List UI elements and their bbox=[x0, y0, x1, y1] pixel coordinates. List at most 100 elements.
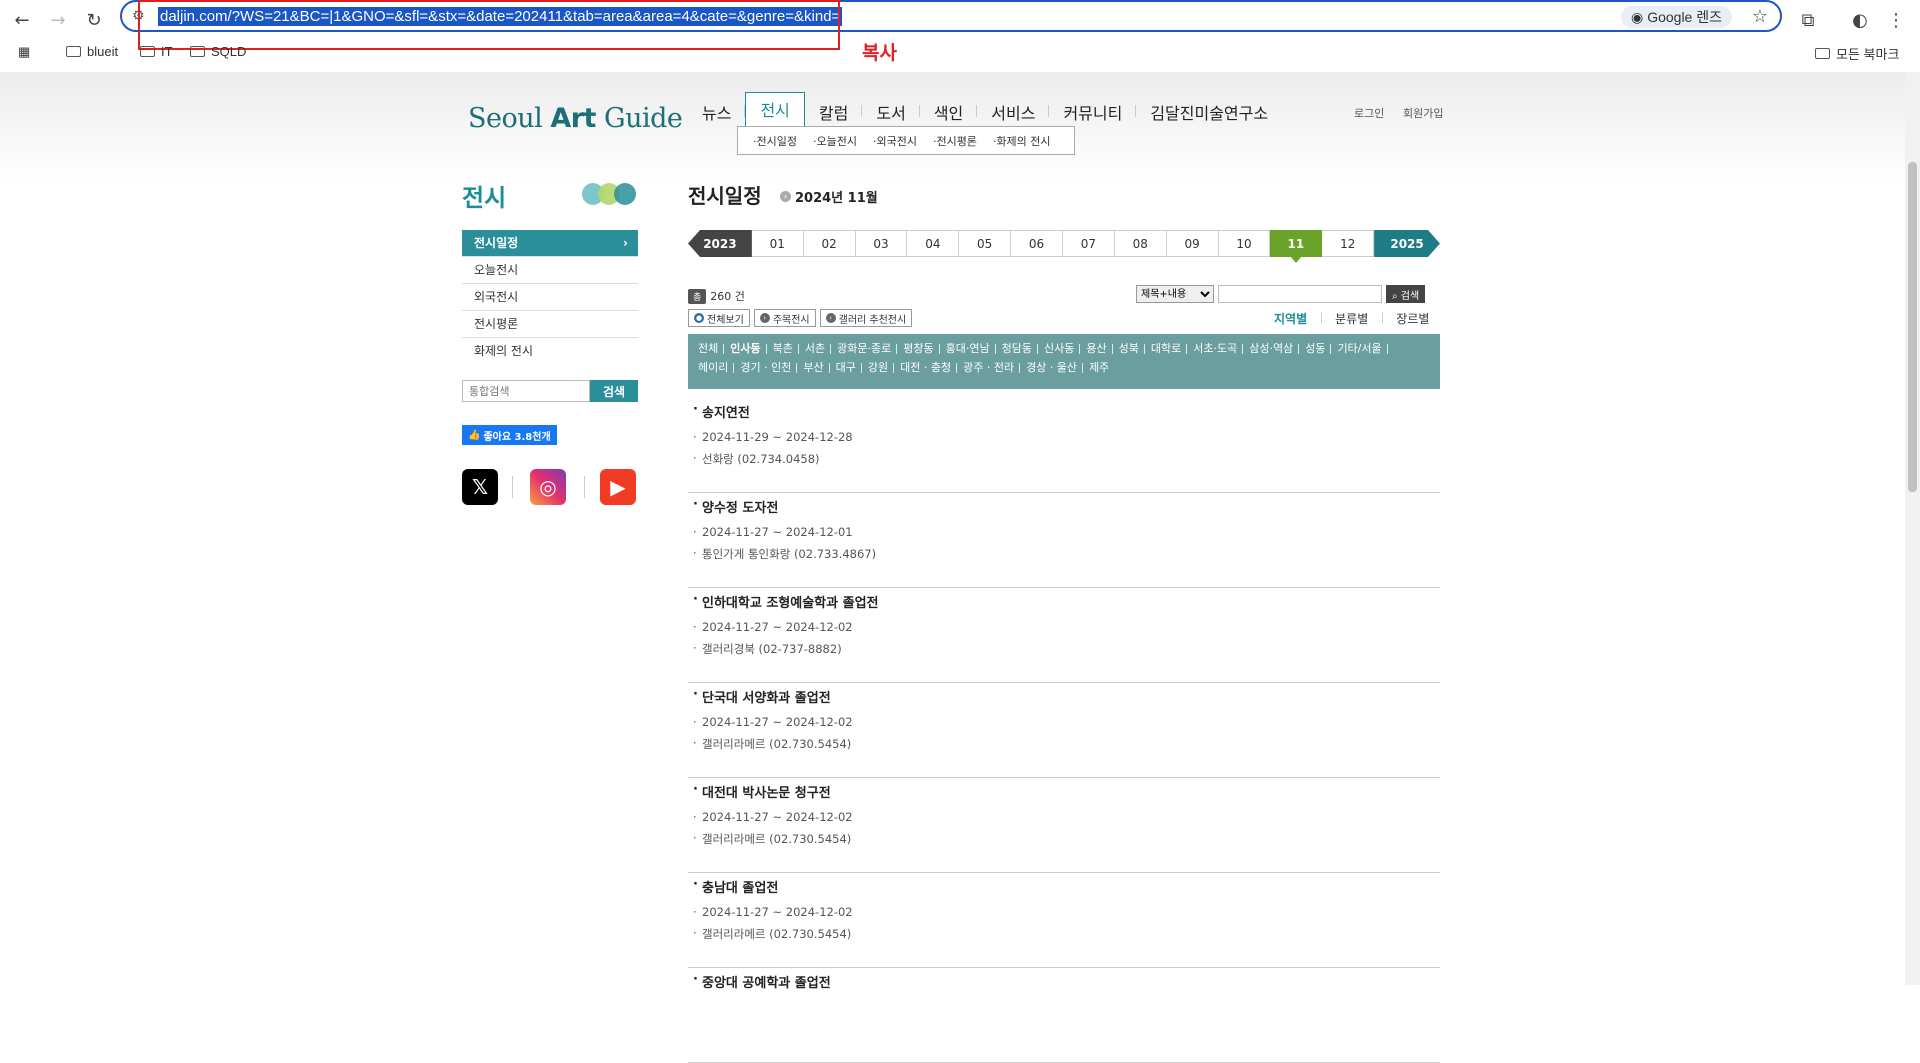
exhibition-title[interactable]: 인하대학교 조형예술학과 졸업전 bbox=[693, 592, 1440, 611]
month-11[interactable]: 11 bbox=[1270, 230, 1323, 263]
sidebar-item-schedule[interactable]: 전시일정 bbox=[462, 230, 638, 257]
back-arrow-icon[interactable]: ← bbox=[6, 4, 38, 36]
signup-link[interactable]: 회원가입 bbox=[1403, 105, 1443, 121]
region-item[interactable]: 전체 bbox=[698, 342, 725, 356]
instagram-icon[interactable]: ◎ bbox=[530, 469, 566, 505]
gnb-institute[interactable]: 김달진미술연구소 bbox=[1136, 100, 1282, 124]
bookmarks-bar: ▦ blueit IT SQLD 모든 북마크 bbox=[0, 40, 1920, 66]
gnb-news[interactable]: 뉴스 bbox=[688, 100, 746, 124]
month-03[interactable]: 03 bbox=[855, 230, 908, 257]
facebook-like-button[interactable]: 👍 좋아요 3.8천개 bbox=[462, 425, 557, 445]
profile-icon[interactable]: ◐ bbox=[1844, 4, 1876, 36]
month-08[interactable]: 08 bbox=[1114, 230, 1167, 257]
exhibition-title[interactable]: 송지연전 bbox=[693, 402, 1440, 421]
scrollbar[interactable] bbox=[1905, 72, 1920, 985]
region-item[interactable]: 강원 bbox=[868, 361, 895, 375]
bookmark-star-icon[interactable]: ☆ bbox=[1752, 6, 1768, 27]
exhibition-title[interactable]: 중앙대 공예학과 졸업전 bbox=[693, 972, 1440, 991]
sub-menu-schedule[interactable]: ·전시일정 bbox=[746, 133, 804, 149]
region-item[interactable]: 성동 bbox=[1305, 342, 1332, 356]
sidebar-search-button[interactable]: 검색 bbox=[590, 380, 638, 402]
bookmark-blueit[interactable]: blueit bbox=[66, 44, 118, 59]
month-06[interactable]: 06 bbox=[1011, 230, 1063, 257]
sidebar-item-review[interactable]: 전시평론 bbox=[462, 311, 638, 338]
exhibition-title[interactable]: 대전대 박사논문 청구전 bbox=[693, 782, 1440, 801]
month-05[interactable]: 05 bbox=[959, 230, 1012, 257]
month-09[interactable]: 09 bbox=[1166, 230, 1219, 257]
region-item[interactable]: 부산 bbox=[803, 361, 830, 375]
region-item[interactable]: 성북 bbox=[1119, 342, 1146, 356]
region-item[interactable]: 대전 · 충청 bbox=[900, 361, 958, 375]
all-bookmarks[interactable]: 모든 북마크 bbox=[1815, 44, 1899, 63]
region-item[interactable]: 신사동 bbox=[1044, 342, 1081, 356]
sub-menu-hot[interactable]: ·화제의 전시 bbox=[986, 133, 1058, 149]
gnb-service[interactable]: 서비스 bbox=[977, 100, 1050, 124]
sidebar-item-foreign[interactable]: 외국전시 bbox=[462, 284, 638, 311]
apps-grid-icon[interactable]: ▦ bbox=[18, 44, 30, 60]
month-01[interactable]: 01 bbox=[751, 230, 804, 257]
filter-gallery-pick[interactable]: › 갤러리 추천전시 bbox=[819, 309, 913, 327]
google-lens-button[interactable]: ◉ Google 렌즈 bbox=[1620, 6, 1732, 28]
region-item[interactable]: 평창동 bbox=[903, 342, 940, 356]
tab-genre[interactable]: 장르별 bbox=[1382, 310, 1429, 327]
bookmark-label: 모든 북마크 bbox=[1836, 47, 1900, 62]
login-link[interactable]: 로그인 bbox=[1354, 105, 1384, 121]
region-item[interactable]: 대구 bbox=[836, 361, 863, 375]
region-item[interactable]: 경기 · 인천 bbox=[740, 361, 798, 375]
region-item[interactable]: 기타/서울 bbox=[1337, 342, 1388, 356]
region-item[interactable]: 광주 · 전라 bbox=[963, 361, 1021, 375]
region-item[interactable]: 북촌 bbox=[773, 342, 800, 356]
scroll-thumb[interactable] bbox=[1908, 162, 1917, 492]
month-07[interactable]: 07 bbox=[1062, 230, 1115, 257]
youtube-icon[interactable]: ▶ bbox=[600, 469, 636, 505]
exhibition-title[interactable]: 단국대 서양화과 졸업전 bbox=[693, 687, 1440, 706]
reload-icon[interactable]: ↻ bbox=[78, 4, 110, 36]
gnb-exhibition[interactable]: 전시 bbox=[745, 92, 805, 127]
menu-icon[interactable]: ⋮ bbox=[1880, 4, 1912, 36]
month-12[interactable]: 12 bbox=[1322, 230, 1375, 257]
forward-arrow-icon[interactable]: → bbox=[42, 4, 74, 36]
month-02[interactable]: 02 bbox=[803, 230, 856, 257]
month-10[interactable]: 10 bbox=[1218, 230, 1271, 257]
region-item[interactable]: 삼성·역삼 bbox=[1249, 342, 1300, 356]
region-item[interactable]: 서초·도곡 bbox=[1193, 342, 1244, 356]
gnb-books[interactable]: 도서 bbox=[862, 100, 921, 124]
prev-year-button[interactable]: 2023 bbox=[688, 230, 752, 257]
tab-region[interactable]: 지역별 bbox=[1260, 310, 1321, 327]
bookmark-sqld[interactable]: SQLD bbox=[190, 44, 246, 59]
exhibition-title[interactable]: 양수정 도자전 bbox=[693, 497, 1440, 516]
search-field-select[interactable]: 제목+내용 bbox=[1136, 285, 1214, 303]
next-year-button[interactable]: 2025 bbox=[1374, 230, 1440, 257]
region-item[interactable]: 서촌 bbox=[805, 342, 832, 356]
sub-menu-review[interactable]: ·전시평론 bbox=[926, 133, 984, 149]
region-item[interactable]: 인사동 bbox=[730, 342, 768, 356]
sidebar-item-hot[interactable]: 화제의 전시 bbox=[462, 338, 638, 365]
content-search-button[interactable]: ⌕ 검색 bbox=[1386, 285, 1426, 303]
gnb-community[interactable]: 커뮤니티 bbox=[1049, 100, 1137, 124]
gnb-index[interactable]: 색인 bbox=[920, 100, 978, 124]
gnb-column[interactable]: 칼럼 bbox=[805, 100, 863, 124]
region-item[interactable]: 경상 · 울산 bbox=[1026, 361, 1084, 375]
content-search-input[interactable] bbox=[1218, 285, 1382, 303]
extensions-icon[interactable]: ⧉ bbox=[1792, 4, 1824, 36]
region-item[interactable]: 헤이리 bbox=[698, 361, 735, 375]
x-icon[interactable]: 𝕏 bbox=[462, 469, 498, 505]
region-item[interactable]: 대학로 bbox=[1151, 342, 1188, 356]
bookmark-it[interactable]: IT bbox=[140, 44, 173, 59]
region-item[interactable]: 광화문·종로 bbox=[837, 342, 898, 356]
region-item[interactable]: 청담동 bbox=[1002, 342, 1039, 356]
region-item[interactable]: 용산 bbox=[1086, 342, 1113, 356]
sub-menu-today[interactable]: ·오늘전시 bbox=[806, 133, 864, 149]
region-item[interactable]: 제주 bbox=[1089, 361, 1115, 375]
exhibition-venue: 선화랑 (02.734.0458) bbox=[693, 451, 1440, 467]
filter-featured[interactable]: › 주목전시 bbox=[753, 309, 816, 327]
filter-all[interactable]: ● 전체보기 bbox=[688, 309, 750, 327]
region-item[interactable]: 홍대·연남 bbox=[946, 342, 996, 356]
sub-menu-foreign[interactable]: ·외국전시 bbox=[866, 133, 924, 149]
site-logo[interactable]: Seoul Art Guide bbox=[468, 103, 683, 134]
sidebar-item-today[interactable]: 오늘전시 bbox=[462, 257, 638, 284]
tab-category[interactable]: 분류별 bbox=[1321, 310, 1382, 327]
month-04[interactable]: 04 bbox=[907, 230, 960, 257]
exhibition-title[interactable]: 충남대 졸업전 bbox=[693, 877, 1440, 896]
sidebar-search-input[interactable] bbox=[462, 380, 590, 402]
